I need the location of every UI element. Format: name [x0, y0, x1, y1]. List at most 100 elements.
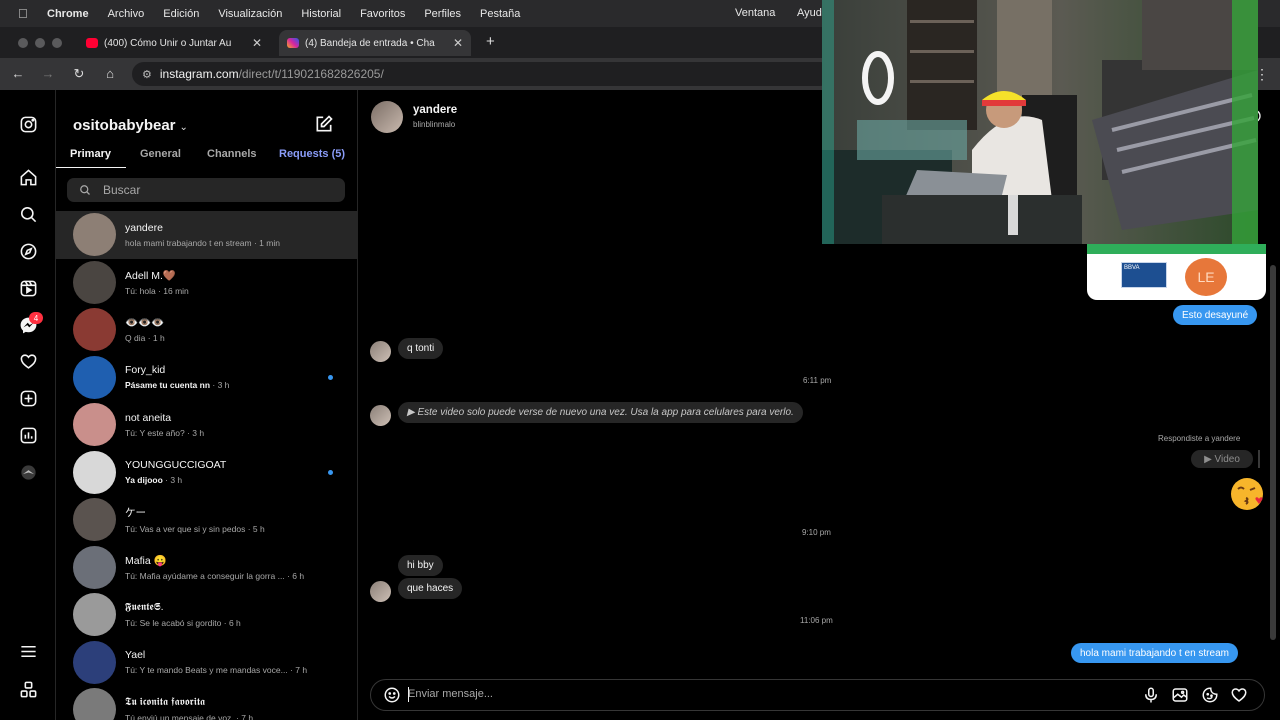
sent-message-bubble[interactable]: Esto desayuné	[1173, 305, 1258, 325]
profile-avatar-icon[interactable]	[17, 461, 39, 483]
sender-avatar[interactable]	[370, 581, 391, 602]
thread-name: not aneita	[125, 411, 172, 424]
more-menu-icon[interactable]	[17, 640, 39, 662]
home-icon[interactable]	[17, 166, 39, 188]
thread-row[interactable]: Yael Tú: Y te mando Beats y me mandas voc…	[56, 639, 357, 687]
unread-dot	[328, 469, 333, 475]
tab-channels[interactable]: Channels	[207, 148, 257, 160]
thread-meta: Fory_kid Pásame tu cuenta nn · 3 h	[125, 364, 340, 390]
thread-meta: Mafia 😛 Tú: Mafia ayúdame a conseguir la …	[125, 554, 340, 581]
window-close-button[interactable]	[18, 38, 28, 48]
thread-row[interactable]: Adell M.🤎 Tú: hola · 16 min	[56, 259, 357, 307]
search-icon[interactable]	[17, 203, 39, 225]
like-heart-icon[interactable]	[1230, 686, 1248, 704]
thread-avatar	[73, 355, 116, 399]
menu-visualizacion[interactable]: Visualización	[218, 8, 282, 20]
chat-contact-username: blinblinmalo	[413, 120, 456, 129]
thread-preview: Pásame tu cuenta nn · 3 h	[125, 380, 340, 390]
create-icon[interactable]	[17, 387, 39, 409]
sender-avatar[interactable]	[370, 341, 391, 362]
instagram-icon	[287, 38, 299, 48]
orange-logo: LE	[1185, 258, 1227, 296]
thread-row[interactable]: Fory_kid Pásame tu cuenta nn · 3 h	[56, 354, 357, 402]
unread-dot	[328, 374, 333, 380]
threads-app-icon[interactable]	[17, 678, 39, 700]
reels-icon[interactable]	[17, 277, 39, 299]
chat-avatar[interactable]	[371, 101, 403, 133]
account-switcher[interactable]: ositobabybear ⌄	[73, 117, 188, 134]
explore-icon[interactable]	[17, 240, 39, 262]
thread-preview: hola mami trabajando t en stream · 1 min	[125, 238, 340, 248]
thread-time: · 5 h	[245, 524, 265, 535]
new-message-icon[interactable]	[314, 114, 334, 134]
search-input[interactable]: Buscar	[67, 178, 345, 202]
kiss-emoji-icon[interactable]	[1229, 476, 1265, 512]
chevron-down-icon: ⌄	[179, 122, 188, 133]
sender-avatar[interactable]	[370, 405, 391, 426]
thread-time: · 6 h	[221, 618, 241, 629]
sticker-icon[interactable]	[1201, 686, 1219, 704]
menu-app[interactable]: Chrome	[47, 8, 89, 20]
new-tab-icon[interactable]: +	[486, 33, 495, 50]
forward-icon[interactable]: →	[40, 66, 56, 81]
received-message-bubble[interactable]: q tonti	[398, 338, 444, 359]
menu-edicion[interactable]: Edición	[163, 8, 199, 20]
thread-preview: Tú: Mafia ayúdame a conseguir la gorra .…	[125, 571, 340, 581]
browser-tab-instagram[interactable]: (4) Bandeja de entrada • Cha ✕	[279, 30, 472, 56]
thread-row[interactable]: 👁️👁️👁️ Q dia · 1 h	[56, 306, 357, 354]
replied-video-pill[interactable]: ▶ Video	[1191, 450, 1253, 468]
thread-row[interactable]: 𝕱𝖚𝖊𝖓𝖙𝖊𝕾. Tú: Se le acabó si gordito · 6 h	[56, 591, 357, 639]
view-once-video-notice[interactable]: ▶ Este video solo puede verse de nuevo u…	[398, 402, 803, 423]
thread-row[interactable]: not aneita Tú: Y este año? · 3 h	[56, 401, 357, 449]
message-timestamp: 11:06 pm	[800, 616, 833, 625]
thread-row[interactable]: ケー Tú: Vas a ver que si y sin pedos · 5 h	[56, 496, 357, 544]
tab-requests[interactable]: Requests (5)	[279, 148, 345, 160]
thread-row[interactable]: Mafia 😛 Tú: Mafia ayúdame a conseguir la …	[56, 544, 357, 592]
thread-preview-text: Tú: Y este año?	[125, 427, 185, 438]
menu-favoritos[interactable]: Favoritos	[360, 8, 405, 20]
window-zoom-button[interactable]	[52, 38, 62, 48]
menu-perfiles[interactable]: Perfiles	[424, 8, 461, 20]
window-minimize-button[interactable]	[35, 38, 45, 48]
apple-icon[interactable]: 	[18, 6, 36, 21]
message-composer[interactable]: Enviar mensaje...	[370, 679, 1265, 711]
instagram-logo-icon[interactable]	[17, 113, 39, 135]
home-icon[interactable]: ⌂	[102, 66, 118, 81]
menu-ventana[interactable]: Ventana	[735, 7, 775, 19]
menu-historial[interactable]: Historial	[301, 8, 341, 20]
menu-archivo[interactable]: Archivo	[108, 8, 145, 20]
dashboard-icon[interactable]	[17, 424, 39, 446]
received-message-bubble[interactable]: que haces	[398, 578, 463, 599]
received-message-bubble[interactable]: hi bby	[398, 555, 443, 576]
tab-primary[interactable]: Primary	[70, 148, 111, 160]
message-timestamp: 9:10 pm	[802, 528, 831, 537]
reload-icon[interactable]: ↻	[71, 66, 87, 82]
site-settings-icon[interactable]: ⚙	[142, 68, 152, 81]
menu-pestana[interactable]: Pestaña	[480, 8, 520, 20]
menu-ayuda[interactable]: Ayud	[797, 7, 822, 19]
message-input[interactable]: Enviar mensaje...	[408, 688, 493, 700]
microphone-icon[interactable]	[1142, 686, 1160, 704]
thread-meta: 𝕱𝖚𝖊𝖓𝖙𝖊𝕾. Tú: Se le acabó si gordito · 6 h	[125, 601, 340, 628]
photo-icon[interactable]	[1171, 686, 1189, 704]
thread-time: · 1 h	[145, 333, 165, 344]
chat-scrollbar[interactable]	[1270, 265, 1276, 640]
sent-message-bubble[interactable]: hola mami trabajando t en stream	[1071, 643, 1238, 663]
thread-time: · 3 h	[210, 380, 230, 391]
back-icon[interactable]: ←	[10, 66, 26, 81]
thread-row[interactable]: YOUNGGUCCIGOAT Ya dijooo · 3 h	[56, 449, 357, 497]
address-bar[interactable]: ⚙ instagram.com /direct/t/11902168282620…	[132, 62, 832, 86]
bbva-card: BBVA	[1121, 262, 1167, 288]
thread-avatar	[73, 308, 116, 352]
close-tab-icon[interactable]: ✕	[252, 36, 262, 50]
heart-icon[interactable]	[17, 350, 39, 372]
chat-contact-name[interactable]: yandere	[413, 104, 457, 116]
tab-general[interactable]: General	[140, 148, 181, 160]
shared-photo[interactable]: BBVA LE	[1087, 244, 1266, 300]
close-tab-icon[interactable]: ✕	[453, 36, 463, 50]
emoji-picker-icon[interactable]	[383, 686, 401, 704]
browser-tab-youtube[interactable]: (400) Cómo Unir o Juntar Au ✕	[78, 30, 270, 56]
tab-title: (4) Bandeja de entrada • Cha	[305, 37, 435, 49]
thread-row[interactable]: yandere hola mami trabajando t en stream …	[56, 211, 357, 259]
thread-row[interactable]: 𝕿𝖚 𝖎𝖈𝖔𝖓𝖎𝖙𝖆 𝖋𝖆𝖛𝖔𝖗𝖎𝖙𝖆 Tú enviú un mensaje d…	[56, 686, 357, 720]
